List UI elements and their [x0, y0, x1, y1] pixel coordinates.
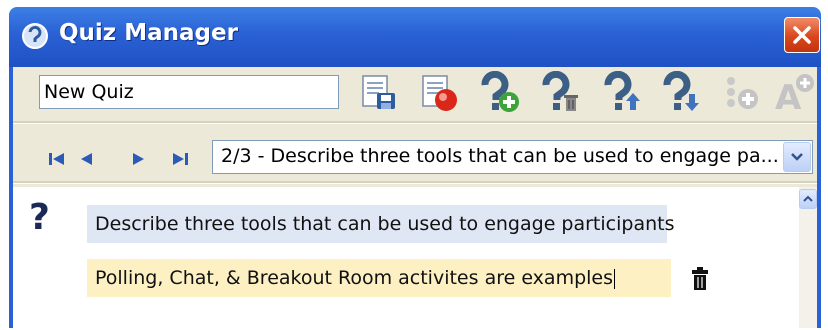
selected-question: 2/3 - Describe three tools that can be u… [221, 145, 779, 167]
save-quiz-icon[interactable] [357, 71, 399, 113]
chevron-up-icon [803, 195, 813, 202]
question-mark-icon: ? [29, 197, 50, 238]
app-icon [22, 23, 48, 49]
close-icon [793, 26, 811, 44]
title-bar[interactable]: Quiz Manager [9, 7, 821, 67]
quiz-manager-window: Quiz Manager New Quiz A 2/3 - Describe t… [1, 1, 827, 328]
answer-text: Polling, Chat, & Breakout Room activites… [95, 267, 614, 289]
window-title: Quiz Manager [59, 20, 238, 46]
dropdown-button[interactable] [783, 142, 811, 172]
text-settings-icon[interactable]: A [773, 71, 815, 113]
answer-text-field[interactable]: Polling, Chat, & Breakout Room activites… [87, 259, 671, 297]
chevron-down-icon [791, 153, 803, 161]
vertical-scrollbar[interactable] [799, 187, 817, 328]
question-text-field[interactable]: Describe three tools that can be used to… [87, 205, 674, 243]
next-icon[interactable] [127, 151, 149, 167]
navigation-divider [13, 181, 817, 184]
question-select[interactable]: 2/3 - Describe three tools that can be u… [212, 140, 813, 174]
add-question-icon[interactable] [478, 71, 520, 113]
previous-icon[interactable] [76, 151, 98, 167]
window-body: A 2/3 - Describe three tools that can be… [9, 67, 821, 328]
question-editor: ? Describe three tools that can be used … [13, 187, 817, 328]
scroll-up-button[interactable] [799, 189, 817, 209]
add-answer-icon[interactable] [719, 71, 761, 113]
question-text: Describe three tools that can be used to… [95, 213, 675, 235]
move-question-down-icon[interactable] [660, 71, 702, 113]
move-question-up-icon[interactable] [601, 71, 643, 113]
toolbar-divider [13, 121, 817, 124]
last-icon[interactable] [168, 151, 190, 167]
record-quiz-icon[interactable] [417, 71, 459, 113]
first-icon[interactable] [47, 151, 69, 167]
text-cursor [614, 268, 616, 289]
delete-question-icon[interactable] [539, 71, 581, 113]
delete-answer-icon[interactable] [691, 267, 709, 291]
close-button[interactable] [784, 17, 820, 53]
quiz-name-input[interactable] [39, 75, 339, 109]
